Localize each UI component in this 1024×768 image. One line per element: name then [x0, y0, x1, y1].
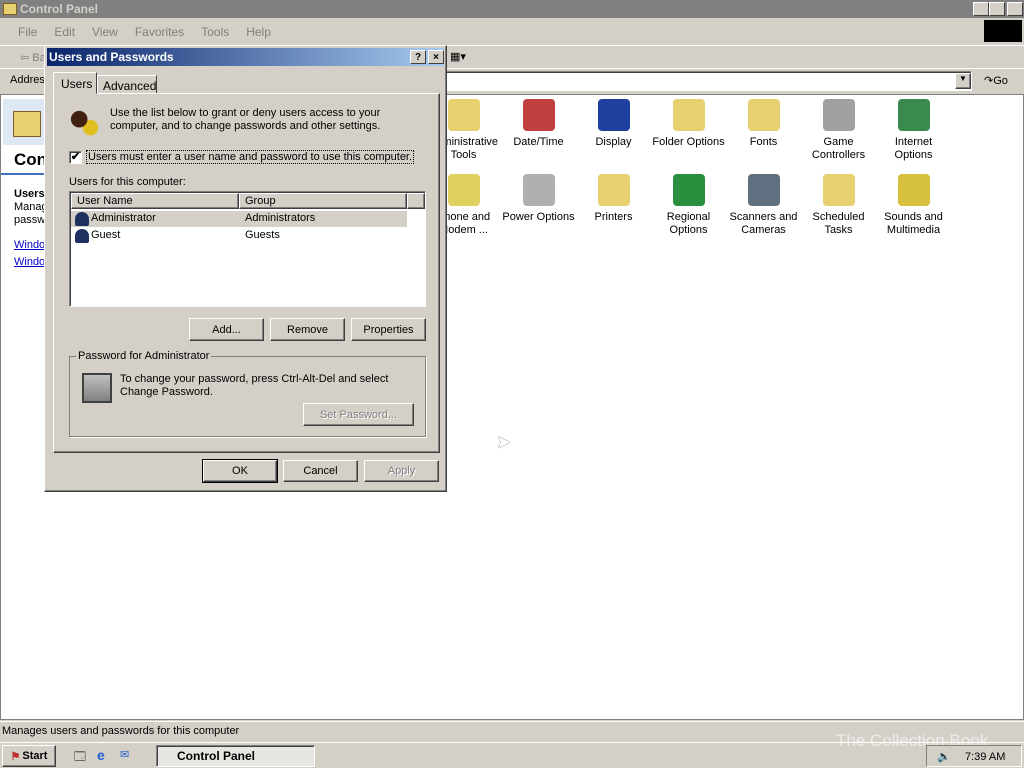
minimize-button[interactable]: _ — [973, 2, 989, 16]
tab-advanced[interactable]: Advanced — [97, 75, 157, 94]
control-panel-item[interactable]: Display — [576, 99, 651, 149]
applet-label: Regional Options — [666, 211, 711, 236]
table-row[interactable]: Administrator Administrators — [71, 211, 407, 227]
password-text: To change your password, press Ctrl-Alt-… — [120, 373, 389, 398]
users-list[interactable]: User Name Group Administrator Administrat… — [69, 191, 426, 307]
password-group-label: Password for Administrator — [76, 350, 212, 362]
applet-icon — [447, 174, 480, 206]
applet-label: Internet Options — [894, 136, 933, 161]
control-panel-item[interactable]: Printers — [576, 174, 651, 224]
applet-label: Date/Time — [513, 136, 564, 148]
users-passwords-dialog: Users and Passwords ? × Users Advanced U… — [44, 45, 447, 492]
cancel-button[interactable]: Cancel — [283, 460, 358, 482]
windows-logo — [984, 20, 1022, 42]
applet-icon — [897, 174, 930, 206]
applet-label: Sounds and Multimedia — [884, 211, 943, 236]
applet-icon — [597, 99, 630, 131]
help-button[interactable]: ? — [410, 50, 426, 64]
menu-tools[interactable]: Tools — [201, 25, 229, 39]
add-button[interactable]: Add... — [189, 318, 264, 341]
windows-flag-icon: ⚑ — [10, 750, 21, 763]
go-button[interactable]: ↷Go — [984, 74, 1008, 87]
column-header-group[interactable]: Group — [239, 193, 407, 209]
control-panel-item[interactable]: Power Options — [501, 174, 576, 224]
applet-label: Scheduled Tasks — [812, 211, 865, 236]
window-titlebar: Control Panel _ ❐ × — [0, 0, 1024, 18]
applet-icon — [747, 174, 780, 206]
applet-icon — [822, 99, 855, 131]
views-button[interactable]: ▦▾ — [450, 50, 466, 63]
control-panel-item[interactable]: Regional Options — [651, 174, 726, 237]
tab-panel: Use the list below to grant or deny user… — [53, 93, 440, 453]
applet-label: Fonts — [749, 136, 778, 148]
menu-view[interactable]: View — [92, 25, 118, 39]
users-list-label: Users for this computer: — [69, 176, 186, 188]
intro-text: Use the list below to grant or deny user… — [110, 107, 381, 132]
control-panel-item[interactable]: Game Controllers — [801, 99, 876, 162]
applet-icon — [822, 174, 855, 206]
clock[interactable]: 7:39 AM — [965, 751, 1005, 763]
taskbar: ⚑ Start 🗔 e ✉ Control Panel The Collectio… — [0, 731, 1024, 768]
ok-button[interactable]: OK — [202, 459, 278, 483]
volume-icon[interactable]: 🔈 — [937, 751, 951, 763]
control-panel-item[interactable]: Date/Time — [501, 99, 576, 149]
close-button[interactable]: × — [428, 50, 444, 64]
control-panel-item[interactable]: Folder Options — [651, 99, 726, 149]
require-login-checkbox[interactable]: ✔ — [69, 151, 82, 164]
control-panel-item[interactable]: Scanners and Cameras — [726, 174, 801, 237]
start-button[interactable]: ⚑ Start — [2, 745, 56, 767]
password-groupbox: Password for Administrator To change you… — [69, 350, 426, 437]
computer-icon — [82, 373, 112, 403]
window-title: Control Panel — [20, 2, 99, 16]
system-tray: 🔈 7:39 AM — [926, 745, 1022, 767]
applet-icon — [522, 174, 555, 206]
properties-button[interactable]: Properties — [351, 318, 426, 341]
applet-label: Printers — [594, 211, 633, 223]
tab-users[interactable]: Users — [53, 72, 97, 94]
menu-bar: File Edit View Favorites Tools Help — [0, 20, 980, 44]
users-icon — [68, 108, 100, 136]
user-icon — [75, 229, 89, 243]
applet-icon — [672, 174, 705, 206]
column-header-username[interactable]: User Name — [71, 193, 239, 209]
applet-icon — [522, 99, 555, 131]
menu-file[interactable]: File — [18, 25, 37, 39]
apply-button[interactable]: Apply — [364, 460, 439, 482]
dialog-titlebar: Users and Passwords ? × — [47, 48, 444, 66]
close-window-button[interactable]: × — [1007, 2, 1023, 16]
control-panel-item[interactable]: Sounds and Multimedia — [876, 174, 951, 237]
remove-button[interactable]: Remove — [270, 318, 345, 341]
address-dropdown[interactable]: ▼ — [955, 73, 971, 89]
require-login-label[interactable]: Users must enter a user name and passwor… — [86, 150, 415, 164]
applet-icon — [672, 99, 705, 131]
user-icon — [75, 212, 89, 226]
set-password-button[interactable]: Set Password... — [303, 403, 414, 426]
control-panel-item[interactable]: Fonts — [726, 99, 801, 149]
applet-icon — [447, 99, 480, 131]
menu-help[interactable]: Help — [246, 25, 271, 39]
applet-label: Scanners and Cameras — [729, 211, 798, 236]
applet-icon — [597, 174, 630, 206]
applet-label: Power Options — [502, 211, 575, 223]
menu-edit[interactable]: Edit — [54, 25, 75, 39]
applet-icon — [747, 99, 780, 131]
ie-icon[interactable]: e — [97, 747, 105, 763]
table-row[interactable]: Guest Guests — [71, 228, 407, 244]
applet-label: Display — [595, 136, 632, 148]
folder-icon — [3, 3, 17, 15]
taskbar-item-control-panel[interactable]: Control Panel — [156, 745, 315, 767]
show-desktop-icon[interactable]: 🗔 — [74, 748, 86, 767]
control-panel-item[interactable]: Internet Options — [876, 99, 951, 162]
menu-favorites[interactable]: Favorites — [135, 25, 184, 39]
applet-label: Folder Options — [652, 136, 725, 148]
dialog-title: Users and Passwords — [49, 50, 174, 64]
control-panel-icon — [13, 111, 41, 137]
restore-button[interactable]: ❐ — [989, 2, 1005, 16]
mouse-cursor: ➤ — [496, 432, 512, 452]
applet-label: Game Controllers — [811, 136, 866, 161]
outlook-icon[interactable]: ✉ — [120, 748, 129, 761]
applet-icon — [897, 99, 930, 131]
control-panel-item[interactable]: Scheduled Tasks — [801, 174, 876, 237]
status-text: Manages users and passwords for this com… — [2, 725, 240, 737]
